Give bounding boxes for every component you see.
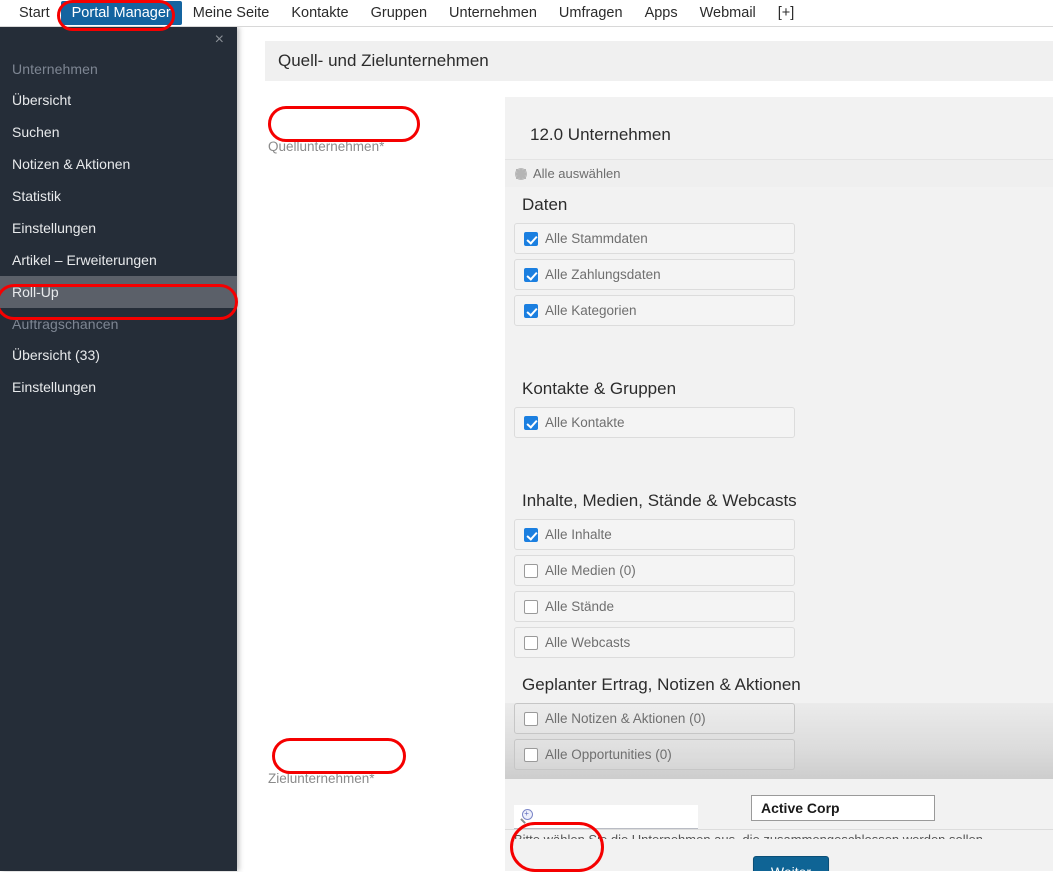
checkbox-label: Alle Inhalte (545, 527, 612, 542)
sidebar-item-notizen-aktionen[interactable]: Notizen & Aktionen (0, 148, 237, 180)
checkbox-unchecked-icon[interactable] (524, 635, 538, 650)
checkbox-unchecked-icon[interactable] (524, 747, 538, 762)
nav-item-unternehmen[interactable]: Unternehmen (438, 1, 548, 25)
nav-item-webmail[interactable]: Webmail (689, 1, 767, 25)
top-navigation-bar: Start Portal Manager Meine Seite Kontakte Gr… (0, 0, 1053, 27)
checkbox-label: Alle Webcasts (545, 635, 631, 650)
sidebar-item-einstellungen[interactable]: Einstellungen (0, 212, 237, 244)
checkbox-label: Alle Zahlungsdaten (545, 267, 661, 282)
search-plus-icon: + (520, 809, 535, 824)
section-body: Alle Inhalte Alle Medien (0) Alle Stände Al… (505, 519, 1053, 667)
sidebar-item-suchen[interactable]: Suchen (0, 116, 237, 148)
section-heading: Inhalte, Medien, Stände & Webcasts (505, 483, 1053, 519)
checkbox-label: Alle Medien (0) (545, 563, 636, 578)
checkbox-label: Alle Stände (545, 599, 615, 614)
source-company-label: Quellunternehmen* (268, 139, 385, 154)
checkbox-cell[interactable]: Alle Kategorien (514, 295, 795, 326)
nav-item-apps[interactable]: Apps (634, 1, 689, 25)
nav-item-kontakte[interactable]: Kontakte (280, 1, 359, 25)
main-content: Quell- und Zielunternehmen Quellunterneh… (237, 27, 1053, 871)
nav-item-gruppen[interactable]: Gruppen (360, 1, 438, 25)
sections-container: Daten Alle Stammdaten Alle Zahlungsdaten Al… (505, 187, 1053, 779)
checkbox-unchecked-icon[interactable] (524, 599, 538, 614)
checkbox-checked-icon[interactable] (524, 527, 538, 542)
select-all-label: Alle auswählen (533, 166, 621, 181)
close-icon[interactable]: × (215, 32, 224, 48)
sidebar-item-bersicht[interactable]: Übersicht (0, 84, 237, 116)
checkbox-cell[interactable]: Alle Stände (514, 591, 795, 622)
sidebar-item-einstellungen[interactable]: Einstellungen (0, 371, 237, 403)
checkbox-cell[interactable]: Alle Opportunities (0) (514, 739, 795, 770)
checkbox-cell[interactable]: Alle Zahlungsdaten (514, 259, 795, 290)
checkbox-label: Alle Stammdaten (545, 231, 648, 246)
nav-item-meine-seite[interactable]: Meine Seite (182, 1, 281, 25)
nav-item-start[interactable]: Start (8, 1, 61, 25)
section-body: Alle Stammdaten Alle Zahlungsdaten Alle Ka… (505, 223, 1053, 371)
sidebar-item-roll-up[interactable]: Roll-Up (0, 276, 237, 308)
checkbox-checked-icon[interactable] (524, 415, 538, 430)
checkbox-cell[interactable]: Alle Stammdaten (514, 223, 795, 254)
section-heading: Daten (505, 187, 1053, 223)
checkbox-checked-icon[interactable] (524, 303, 538, 318)
checkbox-cell[interactable]: Alle Kontakte (514, 407, 795, 438)
nav-item-umfragen[interactable]: Umfragen (548, 1, 634, 25)
target-company-label: Zielunternehmen* (268, 771, 375, 786)
checkbox-cell[interactable]: Alle Medien (0) (514, 555, 795, 586)
section-body: Alle Kontakte (505, 407, 1053, 483)
page-header: Quell- und Zielunternehmen (265, 41, 1053, 81)
checkbox-cell-empty (514, 331, 795, 362)
weiter-button[interactable]: Weiter (753, 856, 829, 871)
checkbox-label: Alle Kategorien (545, 303, 637, 318)
nav-item-portal-manager[interactable]: Portal Manager (60, 1, 182, 25)
left-sidebar: × Unternehmen Übersicht Suchen Notizen & Ak… (0, 27, 237, 871)
sidebar-item-artikel-erweiterungen[interactable]: Artikel – Erweiterungen (0, 244, 237, 276)
checkbox-label: Alle Kontakte (545, 415, 625, 430)
checkbox-cell[interactable]: Alle Inhalte (514, 519, 795, 550)
checkbox-label: Alle Notizen & Aktionen (0) (545, 711, 706, 726)
source-company-search-input[interactable]: + (514, 805, 698, 829)
checkbox-unchecked-icon[interactable] (524, 563, 538, 578)
panel-title: 12.0 Unternehmen (530, 125, 671, 144)
nav-item-[interactable]: [+] (767, 1, 806, 25)
checkbox-checked-icon[interactable] (524, 231, 538, 246)
checkbox-unchecked-icon[interactable] (524, 711, 538, 726)
sidebar-group-title: Unternehmen (12, 61, 98, 77)
footer-divider (505, 829, 1053, 830)
sidebar-item-statistik[interactable]: Statistik (0, 180, 237, 212)
checkbox-cell[interactable]: Alle Webcasts (514, 627, 795, 658)
checkbox-checked-icon[interactable] (524, 267, 538, 282)
section-heading: Kontakte & Gruppen (505, 371, 1053, 407)
page-title: Quell- und Zielunternehmen (278, 51, 489, 70)
select-all-row[interactable]: Alle auswählen (505, 159, 1053, 187)
gear-icon (515, 167, 527, 180)
company-selection-panel: 12.0 Unternehmen Alle auswählen Daten All… (505, 97, 1053, 871)
section-body: Alle Notizen & Aktionen (0) Alle Opportun… (505, 703, 1053, 779)
sidebar-group-title: Auftragschancen (12, 316, 119, 332)
autocomplete-item[interactable]: Active Corp (752, 796, 934, 820)
checkbox-cell[interactable]: Alle Notizen & Aktionen (0) (514, 703, 795, 734)
section-heading: Geplanter Ertrag, Notizen & Aktionen (505, 667, 1053, 703)
sidebar-item-bersicht-33[interactable]: Übersicht (33) (0, 339, 237, 371)
checkbox-label: Alle Opportunities (0) (545, 747, 672, 762)
checkbox-cell-empty (514, 443, 795, 474)
autocomplete-dropdown[interactable]: Active Corp (751, 795, 935, 821)
